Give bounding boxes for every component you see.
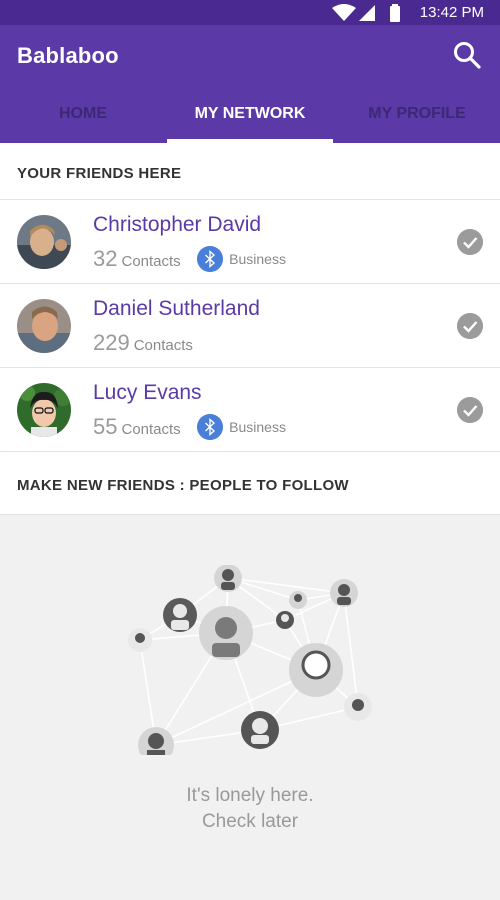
friend-name: Christopher David: [93, 213, 262, 236]
signal-icon: [359, 5, 375, 21]
check-icon[interactable]: [457, 397, 483, 423]
contacts-label: Contacts: [133, 337, 193, 354]
network-illustration: [128, 565, 372, 755]
business-badge: Business: [197, 245, 286, 275]
empty-message-line2: Check later: [201, 811, 299, 832]
check-icon[interactable]: [457, 229, 483, 255]
avatar: [17, 299, 71, 353]
friend-meta: 229 Contacts: [93, 330, 193, 358]
tab-my-profile[interactable]: MY PROFILE: [334, 95, 500, 143]
friend-row[interactable]: Christopher David 32 Contacts Business: [0, 200, 500, 284]
avatar: [17, 215, 71, 269]
follow-section-title: MAKE NEW FRIENDS : PEOPLE TO FOLLOW: [17, 477, 349, 494]
follow-section-header: MAKE NEW FRIENDS : PEOPLE TO FOLLOW: [0, 452, 500, 515]
empty-message-line1: It's lonely here.: [186, 785, 314, 806]
wifi-icon: [332, 4, 356, 21]
tab-my-network[interactable]: MY NETWORK: [167, 95, 333, 143]
status-bar: 13:42 PM: [0, 0, 500, 25]
contacts-label: Contacts: [121, 253, 181, 270]
check-icon[interactable]: [457, 313, 483, 339]
business-badge: Business: [197, 413, 286, 443]
friend-name: Lucy Evans: [93, 381, 202, 404]
bluetooth-icon: [197, 245, 224, 272]
app-bar: Bablaboo HOME MY NETWORK MY PROFILE: [0, 25, 500, 143]
search-icon[interactable]: [452, 40, 482, 70]
avatar: [17, 383, 71, 437]
friend-row[interactable]: Lucy Evans 55 Contacts Business: [0, 368, 500, 452]
battery-icon: [390, 4, 400, 22]
tab-bar: HOME MY NETWORK MY PROFILE: [0, 95, 500, 143]
status-time: 13:42 PM: [419, 4, 484, 21]
friend-meta: 55 Contacts Business: [93, 413, 286, 443]
empty-state: It's lonely here. Check later: [0, 515, 500, 900]
contacts-count: 55: [93, 414, 118, 439]
friends-section-header: YOUR FRIENDS HERE: [0, 143, 500, 200]
contacts-label: Contacts: [121, 421, 181, 438]
app-title: Bablaboo: [17, 43, 119, 68]
contacts-count: 32: [93, 246, 118, 271]
tab-my-network-label: MY NETWORK: [194, 105, 306, 122]
bluetooth-icon: [197, 413, 224, 440]
tab-my-profile-label: MY PROFILE: [368, 105, 466, 122]
friend-meta: 32 Contacts Business: [93, 245, 286, 275]
friends-section-title: YOUR FRIENDS HERE: [17, 165, 182, 182]
tab-home-label: HOME: [59, 105, 107, 122]
business-label: Business: [229, 418, 286, 435]
friend-row[interactable]: Daniel Sutherland 229 Contacts: [0, 284, 500, 368]
contacts-count: 229: [93, 330, 130, 355]
friend-name: Daniel Sutherland: [93, 297, 260, 320]
tab-home[interactable]: HOME: [0, 95, 166, 143]
business-label: Business: [229, 250, 286, 267]
